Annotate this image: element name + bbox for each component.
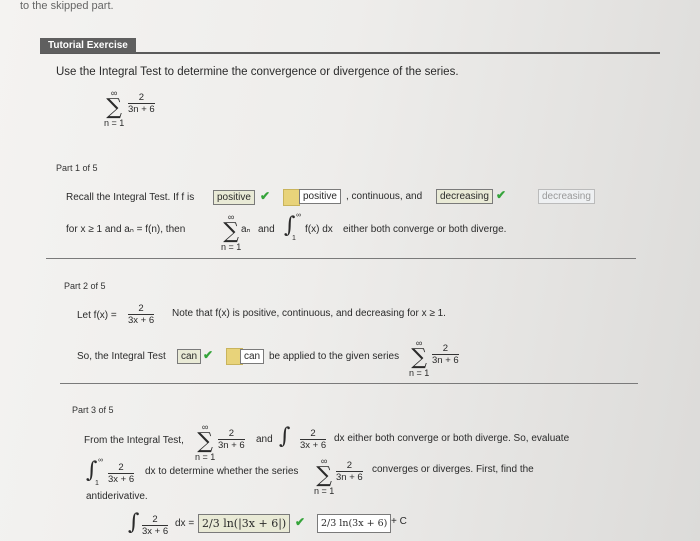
- check-icon: ✔: [260, 189, 271, 203]
- series-main-fraction: 2 3n + 6: [128, 92, 155, 115]
- part2-applied: be applied to the given series: [269, 351, 400, 362]
- part2-let: Let f(x) =: [77, 310, 117, 321]
- integral-icon: ∫: [128, 510, 140, 535]
- check-icon: ✔: [203, 348, 214, 362]
- check-icon: ✔: [295, 515, 306, 529]
- series-main: ∞ ∑ n = 1: [104, 88, 125, 128]
- part1-fxdx: f(x) dx: [305, 224, 333, 235]
- part3-sum2: ∞ ∑ n = 1: [314, 456, 335, 496]
- part3-either: dx either both converge or both diverge.…: [334, 433, 570, 444]
- part1-preview2: decreasing: [538, 189, 595, 204]
- part3-dx-equals: dx =: [175, 518, 195, 529]
- part2-label: Part 2 of 5: [64, 281, 106, 291]
- part3-todet: dx to determine whether the series: [145, 466, 299, 477]
- part2-sum: ∞ ∑ n = 1: [409, 338, 430, 378]
- part1-label: Part 1 of 5: [56, 163, 98, 173]
- part3-antideriv-fraction: 2 3x + 6: [142, 514, 169, 537]
- part1-tail: either both converge or both diverge.: [343, 224, 507, 235]
- limit-upper: ∞: [98, 457, 103, 464]
- exercise-title: Tutorial Exercise: [40, 38, 136, 53]
- part2-preview: can: [240, 349, 265, 364]
- part1-mid: , continuous, and: [346, 191, 423, 202]
- part1-preview1: positive: [299, 189, 341, 204]
- limit-lower: 1: [292, 235, 296, 242]
- part2-so: So, the Integral Test: [77, 351, 166, 362]
- part1-answer1[interactable]: positive: [213, 190, 255, 205]
- part3-preview: 2/3 ln(3x + 6): [317, 514, 392, 533]
- exercise-header: Tutorial Exercise: [40, 38, 660, 54]
- check-icon: ✔: [496, 188, 507, 202]
- integral-icon: ∫: [279, 424, 291, 449]
- part2-fraction: 2 3x + 6: [128, 303, 155, 326]
- limit-upper: ∞: [296, 212, 301, 219]
- part3-answer[interactable]: 2/3 ln(|3x + 6|): [198, 514, 291, 533]
- part3-int-fraction: 2 3x + 6: [300, 428, 327, 451]
- top-text: to the skipped part.: [20, 0, 114, 12]
- sigma-icon: ∑: [316, 463, 332, 488]
- part3-from: From the Integral Test,: [84, 435, 184, 446]
- limit-lower: 1: [95, 480, 99, 487]
- part1-recall: Recall the Integral Test. If f is: [66, 192, 195, 203]
- part3-plus-c: + C: [391, 516, 407, 527]
- sigma-icon: ∑: [411, 345, 427, 370]
- part3-conv: converges or diverges. First, find the: [372, 464, 534, 475]
- divider: [46, 258, 636, 259]
- part3-and: and: [256, 434, 273, 445]
- part2-answer[interactable]: can: [177, 349, 202, 364]
- part1-sum-term: aₙ: [241, 224, 251, 235]
- question-text: Use the Integral Test to determine the c…: [56, 66, 459, 78]
- part1-answer2[interactable]: decreasing: [436, 189, 493, 204]
- page: to the skipped part. Tutorial Exercise U…: [0, 0, 700, 541]
- sigma-icon: ∑: [223, 219, 239, 244]
- pencil-icon[interactable]: [283, 189, 300, 206]
- part1-line2: for x ≥ 1 and aₙ = f(n), then: [66, 224, 186, 235]
- part3-label: Part 3 of 5: [72, 405, 114, 415]
- part3-int2-fraction: 2 3x + 6: [108, 462, 135, 485]
- part3-sum: ∞ ∑ n = 1: [195, 422, 216, 462]
- part3-antideriv: antiderivative.: [86, 491, 148, 502]
- part2-note: Note that f(x) is positive, continuous, …: [172, 308, 446, 319]
- part3-fraction: 2 3n + 6: [218, 428, 245, 451]
- divider: [60, 383, 638, 384]
- sigma-icon: ∑: [106, 95, 122, 120]
- part3-series-fraction: 2 3n + 6: [336, 460, 363, 483]
- part1-and: and: [258, 224, 275, 235]
- part1-sum: ∞ ∑ n = 1: [221, 212, 242, 252]
- part2-series-fraction: 2 3n + 6: [432, 343, 459, 366]
- sigma-icon: ∑: [197, 429, 213, 454]
